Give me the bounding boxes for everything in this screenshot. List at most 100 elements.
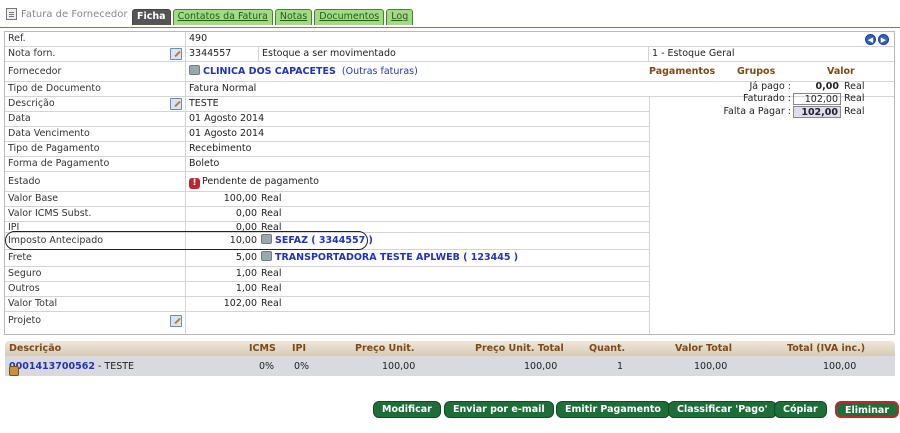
total-label: Valor Total xyxy=(5,297,186,311)
product-link[interactable]: 0001413700562 xyxy=(9,361,95,372)
row-nota: Nota forn. 3344557 Estoque a ser movimen… xyxy=(5,47,894,62)
fornecedor-label: Fornecedor xyxy=(5,62,186,81)
total-value: 102,00 xyxy=(223,298,257,309)
alert-icon: ! xyxy=(189,178,200,189)
invoiced-value: 102,00 xyxy=(793,93,841,105)
tab-notas[interactable]: Notas xyxy=(274,9,313,25)
company-icon xyxy=(261,251,272,261)
supplier-link[interactable]: CLINICA DOS CAPACETES xyxy=(203,66,336,77)
remaining-value: 102,00 xyxy=(793,105,841,118)
row-outros: Outros 1,00 Real xyxy=(5,282,650,297)
frete-label: Frete xyxy=(5,250,186,266)
line-ipi: 0% xyxy=(294,361,310,372)
row-estado: Estado ! Pendente de pagamento xyxy=(5,172,650,192)
page-title-text: Fatura de Fornecedor xyxy=(21,8,128,20)
value-header: Valor xyxy=(827,66,855,77)
imposto-value: 10,00 xyxy=(229,235,257,246)
outros-unit: Real xyxy=(259,282,650,296)
groups-header: Grupos xyxy=(737,66,776,77)
tab-documentos[interactable]: Documentos xyxy=(314,9,385,25)
col-ipi: IPI xyxy=(292,343,307,354)
seguro-value: 1,00 xyxy=(235,268,257,279)
ipi-value: 0,00 xyxy=(235,222,257,232)
tipo-pag-label: Tipo de Pagamento xyxy=(5,142,186,156)
page-title: Fatura de Fornecedor xyxy=(6,8,127,20)
icms-subst-label: Valor ICMS Subst. xyxy=(5,207,186,221)
company-icon xyxy=(189,65,200,75)
descricao-label: Descrição xyxy=(5,97,186,111)
col-total-iva: Total (IVA inc.) xyxy=(787,343,866,354)
outros-value: 1,00 xyxy=(235,283,257,294)
outros-label: Outros xyxy=(5,282,186,296)
vencimento-label: Data Vencimento xyxy=(5,127,186,141)
transportadora-link[interactable]: TRANSPORTADORA TESTE APLWEB ( 123445 ) xyxy=(275,252,518,263)
estado-label: Estado xyxy=(5,172,186,191)
frete-value: 5,00 xyxy=(235,252,257,263)
icms-subst-unit: Real xyxy=(259,207,650,221)
ref-value: 490 xyxy=(189,33,208,44)
tabs: Ficha Contatos da Fatura Notas Documento… xyxy=(132,9,414,25)
row-frete: Frete 5,00 TRANSPORTADORA TESTE APLWEB (… xyxy=(5,250,650,267)
row-ipi: IPI 0,00 Real xyxy=(5,222,650,233)
tab-log[interactable]: Log xyxy=(386,9,414,25)
valor-base-value: 100,00 xyxy=(223,193,257,204)
payment-row-invoiced: Faturado : 102,00 Real xyxy=(645,93,890,105)
seguro-label: Seguro xyxy=(5,267,186,281)
tab-bar: Fatura de Fornecedor Ficha Contatos da F… xyxy=(0,0,900,28)
remaining-unit: Real xyxy=(844,105,865,117)
line-qty: 1 xyxy=(617,361,624,372)
tab-ficha[interactable]: Ficha xyxy=(132,9,171,25)
tab-contatos[interactable]: Contatos da Fatura xyxy=(172,9,273,25)
tipo-pag-value: Recebimento xyxy=(186,142,650,156)
frete-link-cell: TRANSPORTADORA TESTE APLWEB ( 123445 ) xyxy=(259,250,650,266)
row-valor-base: Valor Base 100,00 Real xyxy=(5,192,650,207)
invoiced-unit: Real xyxy=(844,93,865,104)
modify-button[interactable]: Modificar xyxy=(373,401,441,418)
col-valor-total: Valor Total xyxy=(675,343,732,354)
row-imposto-antecipado: Imposto Antecipado 10,00 SEFAZ ( 3344557… xyxy=(5,233,650,250)
invoice-lines-table: Descrição ICMS IPI Preço Unit. Preço Uni… xyxy=(5,341,895,376)
edit-icon[interactable] xyxy=(170,315,182,327)
forma-pag-label: Forma de Pagamento xyxy=(5,157,186,171)
edit-icon[interactable] xyxy=(170,98,182,110)
product-icon xyxy=(9,366,19,376)
row-descricao: Descrição TESTE xyxy=(5,97,650,112)
sefaz-link[interactable]: SEFAZ ( 3344557 ) xyxy=(275,235,373,246)
payments-panel: Pagamentos Grupos Valor Já pago : 0,00 R… xyxy=(645,66,890,118)
send-email-button[interactable]: Enviar por e-mail xyxy=(444,401,554,418)
line-total-iva: 100,00 xyxy=(823,361,857,372)
row-seguro: Seguro 1,00 Real xyxy=(5,267,650,282)
next-record-icon[interactable]: ▶ xyxy=(878,34,889,45)
vencimento-value: 01 Agosto 2014 xyxy=(186,127,650,141)
estado-value: ! Pendente de pagamento xyxy=(186,172,650,191)
row-forma-pagamento: Forma de Pagamento Boleto xyxy=(5,157,650,172)
col-icms: ICMS xyxy=(249,343,276,354)
row-tipo-pagamento: Tipo de Pagamento Recebimento xyxy=(5,142,650,157)
col-descricao: Descrição xyxy=(9,343,62,354)
delete-button[interactable]: Eliminar xyxy=(835,401,900,418)
previous-record-icon[interactable]: ◀ xyxy=(865,34,876,45)
seguro-unit: Real xyxy=(259,267,650,281)
imposto-link-cell: SEFAZ ( 3344557 ) xyxy=(259,233,650,249)
nota-warehouse: 1 - Estoque Geral xyxy=(652,48,735,59)
payment-row-paid: Já pago : 0,00 Real xyxy=(645,81,890,93)
other-invoices-link[interactable]: (Outras faturas) xyxy=(342,66,418,77)
company-icon xyxy=(261,234,272,244)
col-quant: Quant. xyxy=(589,343,626,354)
data-value: 01 Agosto 2014 xyxy=(186,112,650,126)
lines-header: Descrição ICMS IPI Preço Unit. Preço Uni… xyxy=(5,341,895,356)
classify-paid-button[interactable]: Classificar 'Pago' xyxy=(668,401,777,418)
copy-button[interactable]: Cópiar xyxy=(774,401,827,418)
edit-icon[interactable] xyxy=(170,48,182,60)
emit-payment-button[interactable]: Emitir Pagamento xyxy=(556,401,670,418)
row-data: Data 01 Agosto 2014 xyxy=(5,112,650,127)
paid-unit: Real xyxy=(844,80,865,92)
payments-header: Pagamentos Grupos Valor xyxy=(645,66,890,80)
ipi-label: IPI xyxy=(5,222,186,232)
icms-subst-value: 0,00 xyxy=(235,208,257,219)
table-row: 0001413700562 - TESTE 0% 0% 100,00 100,0… xyxy=(5,356,895,376)
imposto-label: Imposto Antecipado xyxy=(5,233,186,249)
nota-status: Estoque a ser movimentado xyxy=(259,47,649,61)
row-vencimento: Data Vencimento 01 Agosto 2014 xyxy=(5,127,650,142)
line-icms: 0% xyxy=(259,361,275,372)
